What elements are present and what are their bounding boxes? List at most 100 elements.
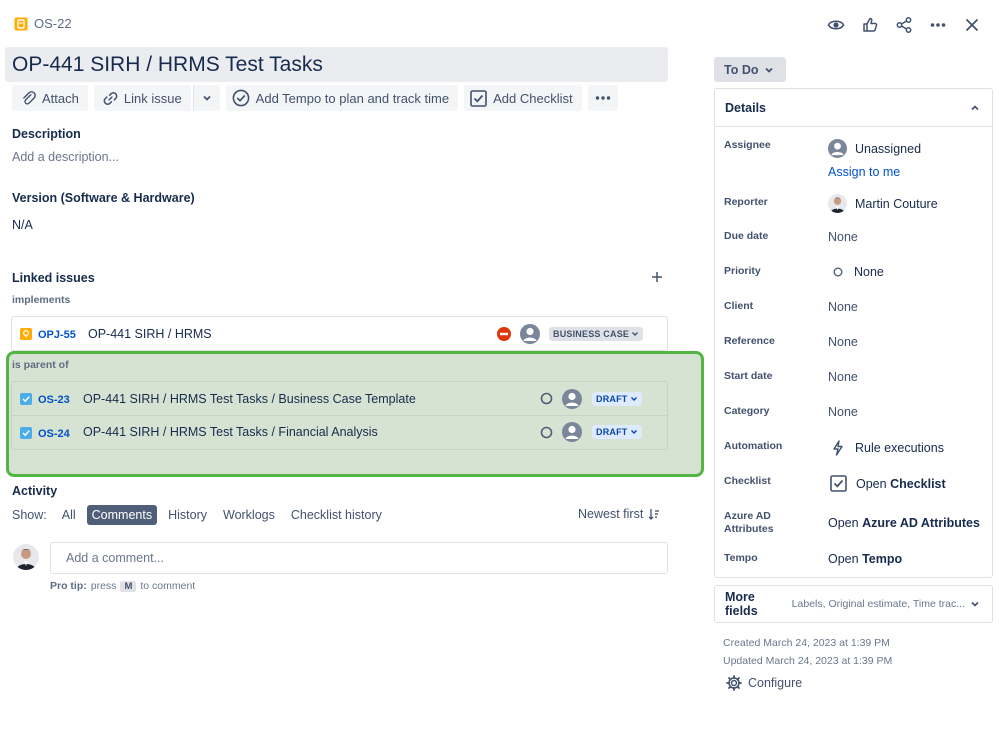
status-circle-icon: [540, 426, 553, 439]
link-icon: [103, 91, 118, 106]
more-icon: [595, 90, 611, 106]
comment-input[interactable]: Add a comment...: [50, 542, 668, 574]
tab-history[interactable]: History: [163, 505, 212, 525]
link-issue-dropdown-button[interactable]: [192, 85, 220, 111]
chevron-down-icon: [202, 93, 212, 103]
field-client: Client None: [724, 300, 858, 314]
link-issue-button[interactable]: Link issue: [93, 85, 191, 111]
category-value[interactable]: None: [828, 405, 858, 419]
status-dropdown-button[interactable]: To Do: [714, 57, 786, 82]
description-field[interactable]: Add a description...: [12, 150, 119, 164]
issue-key[interactable]: OS-22: [34, 16, 72, 31]
tab-checklist-history[interactable]: Checklist history: [286, 505, 387, 525]
linked-issue-summary[interactable]: OP-441 SIRH / HRMS: [88, 327, 212, 341]
avatar-icon[interactable]: [562, 422, 582, 442]
checklist-value[interactable]: Open Checklist: [828, 475, 946, 492]
linked-issue-key[interactable]: OPJ-55: [38, 329, 76, 341]
details-panel: Details Assignee Unassigned Assign to me…: [714, 88, 993, 578]
reporter-avatar: [828, 194, 847, 213]
version-value[interactable]: N/A: [12, 218, 33, 232]
status-circle-icon: [540, 392, 553, 405]
add-checklist-button[interactable]: Add Checklist: [464, 85, 582, 111]
assign-to-me-link[interactable]: Assign to me: [828, 165, 921, 179]
field-reference: Reference None: [724, 335, 858, 349]
child-issue-row[interactable]: OS-23 OP-441 SIRH / HRMS Test Tasks / Bu…: [12, 382, 667, 416]
status-lozenge[interactable]: BUSINESS CASE: [549, 327, 644, 341]
child-issue-key[interactable]: OS-24: [38, 428, 70, 440]
field-assignee: Assignee Unassigned Assign to me: [724, 139, 922, 179]
status-lozenge[interactable]: DRAFT: [592, 392, 642, 406]
avatar-icon: [828, 139, 847, 158]
avatar-icon[interactable]: [562, 389, 582, 409]
field-azure-ad: Azure AD Attributes Open Azure AD Attrib…: [724, 510, 980, 536]
tempo-value[interactable]: Open Tempo: [828, 552, 902, 566]
field-reporter: Reporter Martin Couture: [724, 194, 986, 213]
more-icon[interactable]: [923, 12, 953, 38]
link-type-parent: is parent of: [12, 359, 69, 371]
close-icon[interactable]: [957, 12, 987, 38]
chevron-down-icon: [970, 599, 980, 609]
field-due-date: Due date None: [724, 230, 858, 244]
idea-type-icon: [20, 328, 32, 340]
field-tempo: Tempo Open Tempo: [724, 552, 903, 566]
sort-order-button[interactable]: Newest first: [578, 507, 660, 521]
configure-button[interactable]: Configure: [726, 675, 802, 691]
due-date-value[interactable]: None: [828, 230, 858, 244]
version-label: Version (Software & Hardware): [12, 191, 195, 205]
linked-issues-label: Linked issues: [12, 271, 95, 285]
start-date-value[interactable]: None: [828, 370, 858, 384]
subtask-type-icon: [20, 427, 32, 439]
linked-issue-row[interactable]: OPJ-55 OP-441 SIRH / HRMS BUSINESS CASE: [11, 316, 668, 351]
like-icon[interactable]: [855, 12, 885, 38]
attach-button[interactable]: Attach: [12, 85, 88, 111]
avatar-icon[interactable]: [520, 324, 540, 344]
issue-title[interactable]: OP-441 SIRH / HRMS Test Tasks: [5, 47, 668, 82]
add-link-icon[interactable]: [650, 270, 664, 284]
details-header[interactable]: Details: [715, 89, 992, 127]
sort-icon: [648, 508, 660, 520]
subtask-type-icon: [20, 393, 32, 405]
field-start-date: Start date None: [724, 370, 858, 384]
child-issue-row[interactable]: OS-24 OP-441 SIRH / HRMS Test Tasks / Fi…: [12, 416, 667, 450]
more-actions-button[interactable]: [587, 85, 618, 111]
child-issue-key[interactable]: OS-23: [38, 394, 70, 406]
issue-top-actions: [821, 12, 987, 38]
updated-date: Updated March 24, 2023 at 1:39 PM: [723, 655, 893, 667]
field-automation: Automation Rule executions: [724, 440, 944, 456]
checklist-icon: [830, 475, 847, 492]
current-user-avatar[interactable]: [13, 544, 39, 570]
client-value[interactable]: None: [828, 300, 858, 314]
more-fields-section[interactable]: More fields Labels, Original estimate, T…: [714, 585, 993, 623]
chevron-down-icon: [630, 397, 637, 401]
watch-icon[interactable]: [821, 12, 851, 38]
status-lozenge[interactable]: DRAFT: [592, 425, 642, 439]
chevron-down-icon: [764, 65, 774, 75]
tab-comments[interactable]: Comments: [86, 505, 158, 525]
checklist-icon: [470, 89, 487, 107]
reporter-value[interactable]: Martin Couture: [828, 194, 938, 213]
child-issue-summary[interactable]: OP-441 SIRH / HRMS Test Tasks / Financia…: [83, 425, 378, 439]
gear-icon: [726, 675, 742, 691]
add-tempo-button[interactable]: Add Tempo to plan and track time: [225, 85, 459, 111]
chevron-down-icon: [632, 332, 639, 336]
reference-value[interactable]: None: [828, 335, 858, 349]
field-priority: Priority None: [724, 265, 884, 279]
issue-breadcrumb[interactable]: OS-22: [14, 16, 72, 31]
created-date: Created March 24, 2023 at 1:39 PM: [723, 637, 890, 649]
azure-ad-value[interactable]: Open Azure AD Attributes: [828, 510, 980, 536]
tab-all[interactable]: All: [57, 505, 81, 525]
automation-value[interactable]: Rule executions: [828, 440, 944, 456]
field-category: Category None: [724, 405, 858, 419]
priority-value[interactable]: None: [828, 265, 884, 279]
issue-toolbar: Attach Link issue Add Tempo to plan and …: [12, 85, 618, 111]
pro-tip: Pro tip: press M to comment: [50, 580, 196, 592]
chevron-down-icon: [630, 430, 637, 434]
attach-icon: [21, 90, 36, 106]
tab-worklogs[interactable]: Worklogs: [218, 505, 280, 525]
child-issue-summary[interactable]: OP-441 SIRH / HRMS Test Tasks / Business…: [83, 392, 416, 406]
assignee-value[interactable]: Unassigned: [828, 139, 921, 158]
field-checklist: Checklist Open Checklist: [724, 475, 946, 492]
keyboard-key-m: M: [120, 580, 137, 592]
blocked-icon: [497, 327, 511, 341]
share-icon[interactable]: [889, 12, 919, 38]
